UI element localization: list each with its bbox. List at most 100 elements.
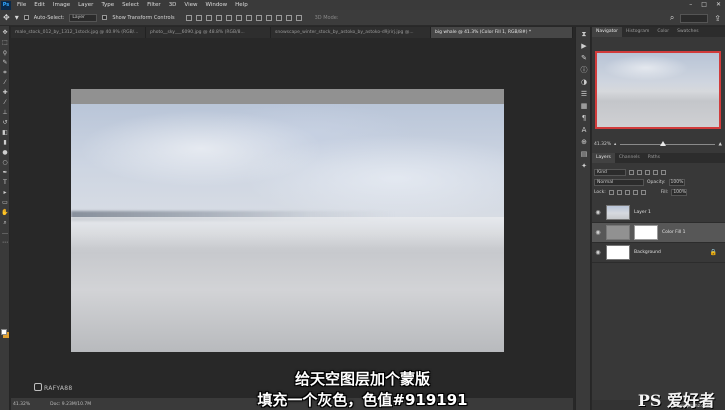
auto-select-dropdown[interactable]: Layer <box>69 13 98 22</box>
brush-settings-icon[interactable]: ✎ <box>579 54 589 63</box>
tab-navigator[interactable]: Navigator <box>592 27 623 37</box>
tab-male-stock[interactable]: male_stock_012_by_1312_1stock.jpg @ 40.9… <box>11 27 146 38</box>
slider-knob[interactable] <box>659 140 666 146</box>
menu-filter[interactable]: Filter <box>147 2 161 8</box>
tab-histogram[interactable]: Histogram <box>622 27 653 37</box>
clone-stamp-tool-icon[interactable]: ⊥ <box>1 109 9 116</box>
tool-preset-icon[interactable]: ▾ <box>15 13 19 22</box>
lock-artboard-icon[interactable] <box>632 189 638 195</box>
smart-object-filter-icon[interactable] <box>661 169 666 175</box>
zoom-in-icon[interactable]: ▲ <box>719 142 722 147</box>
distribute-top-icon[interactable] <box>245 14 252 21</box>
opacity-input[interactable]: 100% <box>668 178 685 186</box>
history-brush-tool-icon[interactable]: ↺ <box>1 119 9 126</box>
edit-toolbar-icon[interactable]: ⋯ <box>1 239 9 246</box>
distribute-vcenter-icon[interactable] <box>255 14 262 21</box>
layer-name[interactable]: Color Fill 1 <box>662 230 685 235</box>
properties-icon[interactable]: ☰ <box>579 90 589 99</box>
zoom-out-icon[interactable]: ▴ <box>614 142 616 147</box>
navigator-zoom-slider[interactable] <box>620 140 715 146</box>
visibility-eye-icon[interactable]: ◉ <box>592 249 604 256</box>
marquee-tool-icon[interactable]: ⬚ <box>1 39 9 46</box>
align-right-icon[interactable] <box>235 14 242 21</box>
menu-image[interactable]: Image <box>53 2 70 8</box>
info-icon[interactable]: ⓘ <box>579 66 589 75</box>
layer-row-color-fill-1[interactable]: ◉ Color Fill 1 <box>592 223 725 243</box>
tab-channels[interactable]: Channels <box>615 153 644 163</box>
menu-3d[interactable]: 3D <box>169 2 177 8</box>
tab-swatches[interactable]: Swatches <box>673 27 703 37</box>
move-tool-icon[interactable]: ✥ <box>3 13 10 22</box>
adjustments-icon[interactable]: ◑ <box>579 78 589 87</box>
align-bottom-icon[interactable] <box>205 14 212 21</box>
hand-tool-icon[interactable]: ✋ <box>1 209 9 216</box>
visibility-eye-icon[interactable]: ◉ <box>592 229 604 236</box>
shape-filter-icon[interactable] <box>653 169 658 175</box>
eraser-tool-icon[interactable]: ◧ <box>1 129 9 136</box>
crop-tool-icon[interactable]: ⌗ <box>1 69 9 76</box>
path-select-tool-icon[interactable]: ▸ <box>1 189 9 196</box>
paragraph-icon[interactable]: ¶ <box>579 114 589 123</box>
tab-layers[interactable]: Layers <box>592 153 615 163</box>
pixel-filter-icon[interactable] <box>629 169 634 175</box>
tab-big-whale[interactable]: big whale @ 41.3% (Color Fill 1, RGB/8#)… <box>431 27 573 38</box>
auto-select-checkbox[interactable] <box>23 15 29 20</box>
kind-filter-dropdown[interactable]: Kind <box>594 168 626 176</box>
distribute-bottom-icon[interactable] <box>265 14 272 21</box>
menu-select[interactable]: Select <box>122 2 139 8</box>
brush-tool-icon[interactable]: ⁄ <box>1 99 9 106</box>
shape-tool-icon[interactable]: ▭ <box>1 199 9 206</box>
fill-input[interactable]: 100% <box>671 188 688 196</box>
lock-transparent-icon[interactable] <box>608 189 614 195</box>
document-canvas[interactable] <box>71 89 504 352</box>
healing-brush-tool-icon[interactable]: ✚ <box>1 89 9 96</box>
tab-paths[interactable]: Paths <box>644 153 664 163</box>
layer-name[interactable]: Background <box>634 250 661 255</box>
more-tools-icon[interactable]: … <box>1 229 9 236</box>
quick-select-tool-icon[interactable]: ✎ <box>1 59 9 66</box>
lasso-tool-icon[interactable]: ϙ <box>1 49 9 56</box>
align-vcenter-icon[interactable] <box>195 14 202 21</box>
pen-tool-icon[interactable]: ✒ <box>1 169 9 176</box>
align-hcenter-icon[interactable] <box>225 14 232 21</box>
actions-icon[interactable]: ▶ <box>579 42 589 51</box>
navigator-zoom-value[interactable]: 41.32% <box>594 142 614 147</box>
tab-photo-sky[interactable]: photo__sky___6090.jpg @ 48.8% (RGB/8... <box>146 27 271 38</box>
blend-mode-dropdown[interactable]: Normal <box>594 178 644 186</box>
distribute-left-icon[interactable] <box>275 14 282 21</box>
distribute-right-icon[interactable] <box>295 14 302 21</box>
styles-icon[interactable]: ✦ <box>579 162 589 171</box>
workspace-dropdown[interactable] <box>680 13 709 23</box>
type-filter-icon[interactable] <box>645 169 650 175</box>
layer-row-background[interactable]: ◉ Background 🔒 <box>592 243 725 263</box>
swatches-icon[interactable]: ▤ <box>579 150 589 159</box>
lock-image-icon[interactable] <box>616 189 622 195</box>
lock-all-icon[interactable] <box>640 189 646 195</box>
dodge-tool-icon[interactable]: ○ <box>1 159 9 166</box>
distribute-hcenter-icon[interactable] <box>285 14 292 21</box>
layer-mask-thumbnail[interactable] <box>634 225 658 240</box>
search-icon[interactable]: ⌕ <box>670 13 674 23</box>
navigator-preview[interactable] <box>595 51 721 129</box>
maximize-button[interactable]: □ <box>701 1 707 8</box>
tab-color[interactable]: Color <box>653 27 673 37</box>
canvas-area[interactable] <box>11 38 573 398</box>
align-top-icon[interactable] <box>185 14 192 21</box>
menu-edit[interactable]: Edit <box>34 2 45 8</box>
menu-file[interactable]: File <box>17 2 26 8</box>
menu-view[interactable]: View <box>184 2 197 8</box>
libraries-icon[interactable]: ▦ <box>579 102 589 111</box>
share-icon[interactable]: ⇪ <box>714 14 721 23</box>
close-button[interactable]: ✕ <box>716 1 721 8</box>
move-tool-icon[interactable]: ✥ <box>1 29 9 36</box>
menu-window[interactable]: Window <box>205 2 227 8</box>
character-icon[interactable]: A <box>579 126 589 135</box>
blur-tool-icon[interactable]: ● <box>1 149 9 156</box>
eyedropper-tool-icon[interactable]: ⁄ <box>1 79 9 86</box>
zoom-tool-icon[interactable]: ⌕ <box>1 219 9 226</box>
menu-layer[interactable]: Layer <box>78 2 93 8</box>
type-tool-icon[interactable]: T <box>1 179 9 186</box>
lock-position-icon[interactable] <box>624 189 630 195</box>
menu-help[interactable]: Help <box>235 2 248 8</box>
clone-source-icon[interactable]: ⊕ <box>579 138 589 147</box>
